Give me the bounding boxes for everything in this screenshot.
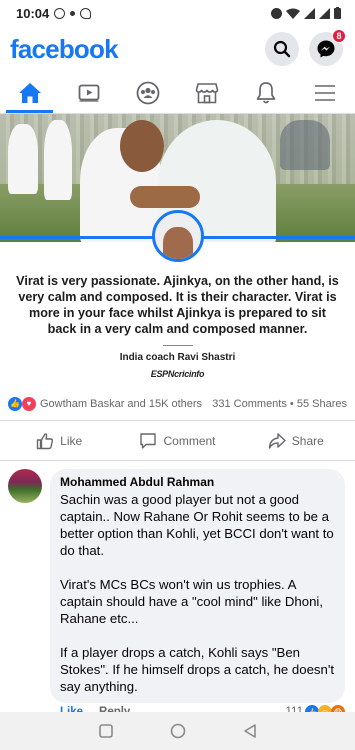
photo-face-center (120, 120, 164, 172)
quote-card: Virat is very passionate. Ajinkya, on th… (0, 210, 355, 379)
reactions-text: Gowtham Baskar and 15K others (40, 397, 203, 410)
comment-paragraph: Virat's MCs BCs won't win us trophies. A… (60, 577, 324, 626)
comment-button[interactable]: Comment (118, 421, 236, 460)
brand-logo: ESPNcricinfo (150, 369, 205, 379)
notification-dot-icon (70, 10, 76, 16)
like-label: Like (60, 433, 83, 448)
photo-player-left-2 (44, 120, 72, 200)
app-header: facebook 8 (0, 26, 355, 72)
like-button[interactable]: Like (0, 421, 118, 460)
watch-icon (78, 84, 100, 102)
signal-icon-2 (319, 7, 330, 19)
search-icon (273, 40, 291, 58)
comment-label: Comment (163, 433, 216, 448)
whatsapp-icon (54, 7, 66, 19)
search-button[interactable] (265, 32, 299, 66)
home-icon (18, 82, 41, 103)
photo-player-left (8, 124, 38, 194)
shares-count[interactable]: 55 Shares (297, 398, 347, 410)
quote-separator (162, 345, 193, 346)
love-reaction-icon: ♥ (22, 396, 36, 411)
recents-icon[interactable] (98, 724, 113, 738)
main-nav-tabs (0, 72, 355, 114)
reactions-summary[interactable]: 👍 ♥ Gowtham Baskar and 15K others 331 Co… (0, 387, 355, 421)
menu-icon (315, 84, 336, 101)
like-reaction-icon: 👍 (8, 396, 22, 411)
status-bar: 10:04 (0, 0, 355, 26)
commenter-avatar[interactable] (8, 469, 42, 503)
comment-paragraph: Sachin was a good player but not a good … (60, 492, 334, 558)
photo-arm (130, 186, 200, 208)
tab-notifications[interactable] (237, 72, 296, 113)
messenger-icon (317, 40, 335, 58)
messenger-button[interactable]: 8 (309, 29, 346, 66)
comment-item: Mohammed Abdul Rahman Sachin was a good … (0, 461, 355, 703)
share-label: Share (291, 433, 324, 448)
speaker-avatar (151, 210, 204, 262)
wifi-icon (286, 8, 300, 19)
q-app-icon (80, 7, 92, 19)
groups-icon (136, 81, 160, 104)
quote-attribution: India coach Ravi Shastri (119, 352, 236, 363)
do-not-disturb-icon (271, 7, 282, 19)
comment-bubble[interactable]: Mohammed Abdul Rahman Sachin was a good … (50, 469, 345, 703)
messenger-badge: 8 (332, 29, 346, 43)
signal-icon (304, 7, 315, 19)
marketplace-icon (195, 82, 219, 103)
tab-menu[interactable] (296, 72, 355, 113)
thumbs-up-icon (36, 432, 54, 449)
tab-home[interactable] (0, 72, 59, 113)
back-icon[interactable] (243, 724, 257, 738)
comment-icon (140, 432, 157, 449)
comment-author[interactable]: Mohammed Abdul Rahman (60, 475, 335, 489)
battery-icon (334, 7, 341, 19)
system-nav-bar (0, 712, 355, 750)
photo-player-far-right (280, 120, 330, 170)
home-nav-icon[interactable] (170, 723, 186, 739)
tab-watch[interactable] (59, 72, 118, 113)
notifications-icon (256, 81, 276, 103)
facebook-logo[interactable]: facebook (10, 34, 119, 65)
post-actions: Like Comment Share (0, 421, 355, 461)
comments-count[interactable]: 331 Comments (212, 398, 287, 410)
tab-marketplace[interactable] (178, 72, 237, 113)
share-button[interactable]: Share (237, 421, 355, 460)
share-icon (268, 432, 286, 449)
tab-groups[interactable] (118, 72, 177, 113)
comment-paragraph: If a player drops a catch, Kohli says "B… (60, 645, 335, 694)
status-time: 10:04 (16, 5, 50, 21)
